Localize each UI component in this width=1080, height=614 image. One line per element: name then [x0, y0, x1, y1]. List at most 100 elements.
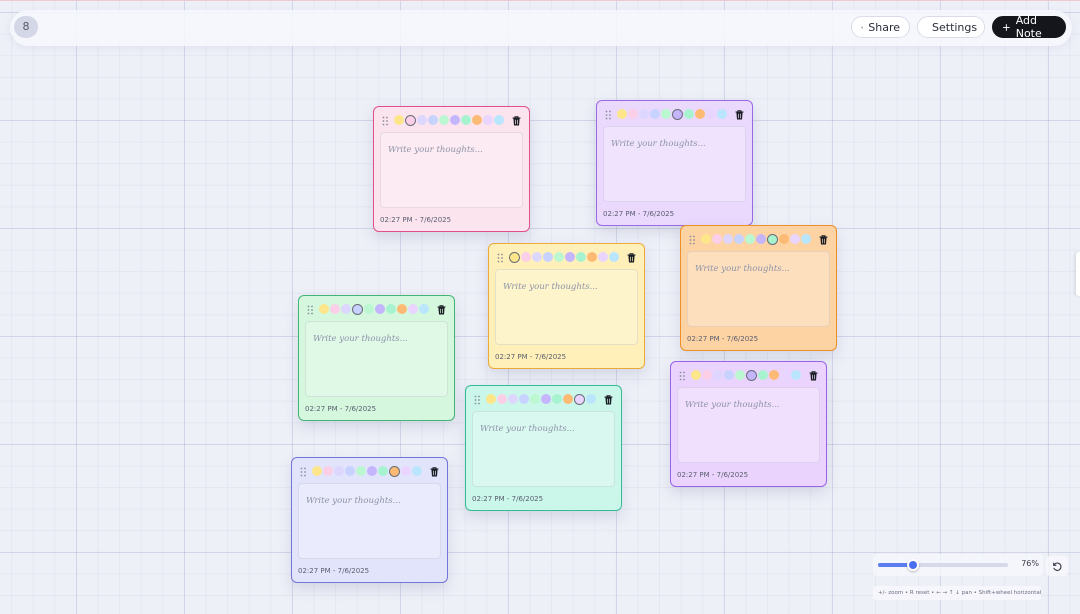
trash-icon[interactable] — [735, 110, 744, 120]
color-swatch[interactable] — [356, 466, 366, 476]
color-swatch[interactable] — [712, 234, 722, 244]
color-swatch[interactable] — [598, 252, 608, 262]
color-swatch[interactable] — [494, 115, 504, 125]
color-swatch[interactable] — [723, 234, 733, 244]
color-swatch[interactable] — [767, 233, 778, 245]
color-swatch[interactable] — [378, 466, 388, 476]
color-swatch[interactable] — [609, 252, 619, 262]
color-swatch[interactable] — [661, 109, 671, 119]
sticky-note[interactable]: Write your thoughts... 02:27 PM - 7/6/202… — [488, 243, 645, 369]
color-swatch[interactable] — [319, 304, 329, 314]
color-swatch[interactable] — [702, 370, 712, 380]
settings-button[interactable]: Settings — [917, 16, 985, 38]
color-swatch[interactable] — [386, 304, 396, 314]
note-textarea[interactable]: Write your thoughts... — [298, 483, 441, 559]
color-swatch[interactable] — [394, 115, 404, 125]
zoom-slider[interactable] — [878, 559, 1008, 571]
color-swatch[interactable] — [791, 370, 801, 380]
sticky-note[interactable]: Write your thoughts... 02:27 PM - 7/6/202… — [596, 100, 753, 226]
color-swatch[interactable] — [401, 466, 411, 476]
color-swatch[interactable] — [519, 394, 529, 404]
color-swatch[interactable] — [412, 466, 422, 476]
color-swatch[interactable] — [801, 234, 811, 244]
color-swatch[interactable] — [543, 252, 553, 262]
color-swatch[interactable] — [397, 304, 407, 314]
drag-handle-icon[interactable] — [679, 371, 686, 381]
color-swatch[interactable] — [330, 304, 340, 314]
drag-handle-icon[interactable] — [474, 395, 481, 405]
color-swatch[interactable] — [389, 465, 400, 477]
color-swatch[interactable] — [334, 466, 344, 476]
color-swatch[interactable] — [758, 370, 768, 380]
trash-icon[interactable] — [627, 253, 636, 263]
trash-icon[interactable] — [809, 371, 818, 381]
drag-handle-icon[interactable] — [382, 116, 389, 126]
color-swatch[interactable] — [586, 394, 596, 404]
color-swatch[interactable] — [345, 466, 355, 476]
color-swatch[interactable] — [717, 109, 727, 119]
color-swatch[interactable] — [576, 252, 586, 262]
drag-handle-icon[interactable] — [689, 235, 696, 245]
sticky-note[interactable]: Write your thoughts... 02:27 PM - 7/6/202… — [465, 385, 622, 511]
color-swatch[interactable] — [628, 109, 638, 119]
color-swatch[interactable] — [367, 466, 377, 476]
color-swatch[interactable] — [706, 109, 716, 119]
note-textarea[interactable]: Write your thoughts... — [603, 126, 746, 202]
note-textarea[interactable]: Write your thoughts... — [305, 321, 448, 397]
sticky-note[interactable]: Write your thoughts... 02:27 PM - 7/6/202… — [680, 225, 837, 351]
color-swatch[interactable] — [756, 234, 766, 244]
color-swatch[interactable] — [565, 252, 575, 262]
note-textarea[interactable]: Write your thoughts... — [677, 387, 820, 463]
trash-icon[interactable] — [512, 116, 521, 126]
color-swatch[interactable] — [408, 304, 418, 314]
color-swatch[interactable] — [486, 394, 496, 404]
share-button[interactable]: Share — [851, 16, 910, 38]
zoom-slider-thumb[interactable] — [907, 559, 920, 571]
color-swatch[interactable] — [587, 252, 597, 262]
side-panel-tab[interactable] — [1076, 252, 1080, 296]
color-swatch[interactable] — [769, 370, 779, 380]
note-textarea[interactable]: Write your thoughts... — [495, 269, 638, 345]
note-textarea[interactable]: Write your thoughts... — [687, 251, 830, 327]
drag-handle-icon[interactable] — [300, 467, 307, 477]
color-swatch[interactable] — [734, 234, 744, 244]
color-swatch[interactable] — [695, 109, 705, 119]
color-swatch[interactable] — [541, 394, 551, 404]
color-swatch[interactable] — [684, 109, 694, 119]
color-swatch[interactable] — [509, 251, 520, 263]
color-swatch[interactable] — [532, 252, 542, 262]
color-swatch[interactable] — [554, 252, 564, 262]
color-swatch[interactable] — [439, 115, 449, 125]
color-swatch[interactable] — [375, 304, 385, 314]
color-swatch[interactable] — [419, 304, 429, 314]
color-swatch[interactable] — [735, 370, 745, 380]
drag-handle-icon[interactable] — [605, 110, 612, 120]
trash-icon[interactable] — [819, 235, 828, 245]
color-swatch[interactable] — [617, 109, 627, 119]
color-swatch[interactable] — [574, 393, 585, 405]
color-swatch[interactable] — [341, 304, 351, 314]
color-swatch[interactable] — [405, 114, 416, 126]
color-swatch[interactable] — [530, 394, 540, 404]
color-swatch[interactable] — [639, 109, 649, 119]
color-swatch[interactable] — [713, 370, 723, 380]
color-swatch[interactable] — [352, 303, 363, 315]
color-swatch[interactable] — [779, 234, 789, 244]
color-swatch[interactable] — [312, 466, 322, 476]
color-swatch[interactable] — [461, 115, 471, 125]
color-swatch[interactable] — [701, 234, 711, 244]
color-swatch[interactable] — [691, 370, 701, 380]
color-swatch[interactable] — [650, 109, 660, 119]
color-swatch[interactable] — [483, 115, 493, 125]
color-swatch[interactable] — [521, 252, 531, 262]
note-textarea[interactable]: Write your thoughts... — [380, 132, 523, 208]
color-swatch[interactable] — [552, 394, 562, 404]
color-swatch[interactable] — [450, 115, 460, 125]
color-swatch[interactable] — [745, 234, 755, 244]
color-swatch[interactable] — [428, 115, 438, 125]
color-swatch[interactable] — [780, 370, 790, 380]
color-swatch[interactable] — [563, 394, 573, 404]
note-textarea[interactable]: Write your thoughts... — [472, 411, 615, 487]
trash-icon[interactable] — [430, 467, 439, 477]
color-swatch[interactable] — [497, 394, 507, 404]
